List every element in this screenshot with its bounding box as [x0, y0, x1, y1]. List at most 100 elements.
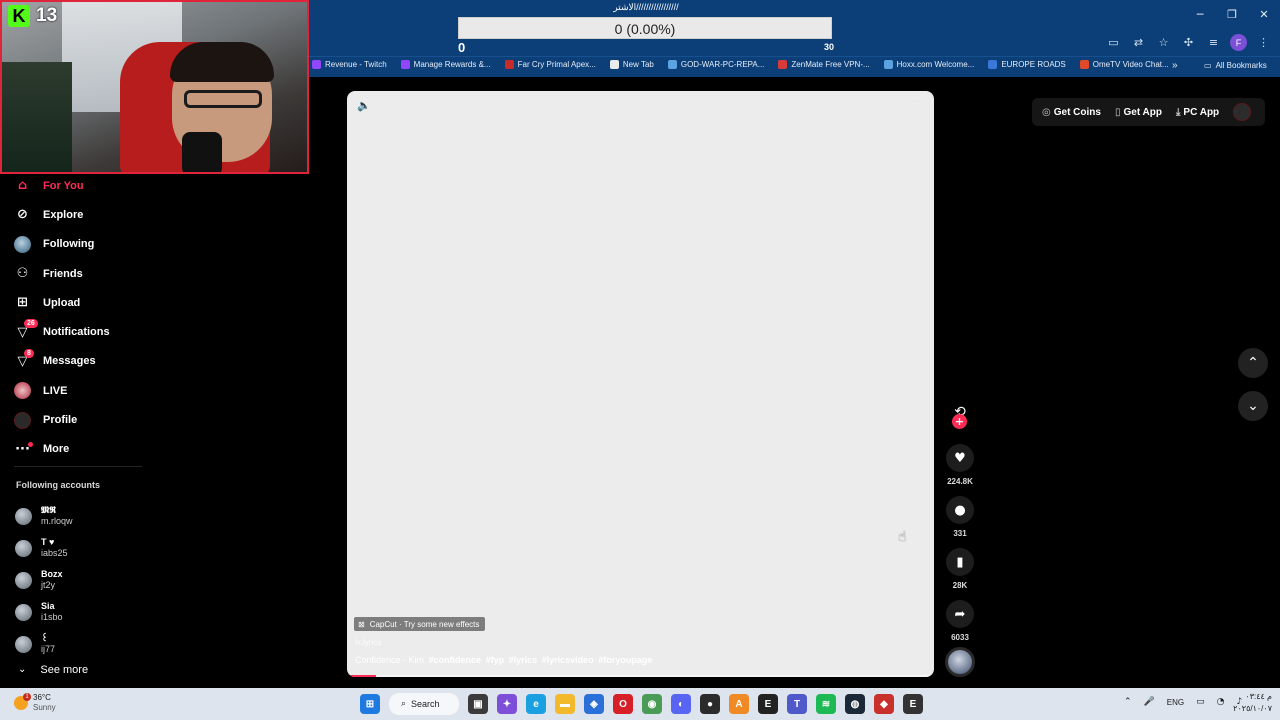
menu-icon[interactable]: ⋮ — [1255, 34, 1272, 51]
sidebar-item-following[interactable]: Following — [14, 230, 154, 259]
bookmark-item[interactable]: Hoxx.com Welcome... — [883, 60, 974, 69]
pc-app-button[interactable]: ⤓ PC App — [1176, 107, 1219, 118]
video-author[interactable]: lx.lyrics — [355, 638, 381, 647]
chrome-icon[interactable]: ◉ — [642, 694, 662, 714]
search-label: Search — [411, 699, 440, 709]
copilot-icon[interactable]: ✦ — [497, 694, 517, 714]
sidebar-item-label: Friends — [43, 267, 83, 280]
game-launcher-icon[interactable]: ◆ — [874, 694, 894, 714]
taskbar-clock[interactable]: م ٠٣:٤٤ ٢٠٢٥/١٠/٠٧ — [1232, 691, 1272, 715]
sidebar-item-profile[interactable]: Profile — [14, 405, 154, 434]
following-account[interactable]: ꒰ ij77 — [15, 628, 73, 660]
hashtag-link[interactable]: #confidence — [429, 655, 482, 665]
next-video-button[interactable]: ⌄ — [1238, 391, 1268, 421]
spotify-icon[interactable]: ≋ — [816, 694, 836, 714]
like-action[interactable]: ♥ 224.8K — [944, 444, 976, 486]
share-icon[interactable]: ➦ — [946, 600, 974, 628]
start-icon[interactable]: ⊞ — [360, 694, 380, 714]
more-options-icon[interactable]: ··· — [913, 95, 924, 107]
follow-plus-button[interactable]: + — [952, 414, 967, 429]
volume-icon[interactable]: 🔈 — [357, 99, 371, 112]
get-app-button[interactable]: ▯ Get App — [1115, 107, 1162, 118]
goal-progress-text: 0 (0.00%) — [614, 21, 676, 37]
reading-list-icon[interactable]: ≡ — [1205, 34, 1222, 51]
sidebar-item-notifications[interactable]: ▽ 26 Notifications — [14, 317, 154, 346]
share-action[interactable]: ➦ 6033 — [944, 600, 976, 642]
epic-games-icon[interactable]: E — [758, 694, 778, 714]
hashtag-link[interactable]: #lyricsvideo — [542, 655, 594, 665]
task-view-icon[interactable]: ▣ — [468, 694, 488, 714]
extensions-icon[interactable]: ✣ — [1180, 34, 1197, 51]
minimize-icon[interactable]: ─ — [1184, 0, 1216, 28]
get-coins-button[interactable]: ◎ Get Coins — [1042, 107, 1101, 118]
following-account[interactable]: Bozx jt2y — [15, 564, 73, 596]
account-avatar — [15, 603, 32, 621]
close-icon[interactable]: ✕ — [1248, 0, 1280, 28]
sidebar-nav: ⌂ For You ⊘ Explore Following ⚇ Friends ⊞ Upload… — [14, 171, 154, 464]
account-name: ꒰ — [41, 633, 49, 643]
sidebar-item-upload[interactable]: ⊞ Upload — [14, 288, 154, 317]
bookmark-item[interactable]: Far Cry Primal Apex... — [504, 60, 596, 69]
see-more-label: See more — [40, 664, 89, 676]
display-icon[interactable]: ▭ — [1196, 697, 1205, 707]
cast-icon[interactable]: ▭ — [1105, 34, 1122, 51]
bookmark-icon[interactable]: ▮ — [946, 548, 974, 576]
weather-widget[interactable]: 1 36°C Sunny — [14, 693, 56, 713]
hashtag-link[interactable]: #lyrics — [509, 655, 538, 665]
chevron-up-icon[interactable]: ⌃ — [1124, 697, 1132, 707]
epic-launcher-icon[interactable]: E — [903, 694, 923, 714]
language-indicator[interactable]: ENG — [1167, 698, 1184, 707]
microphone-icon[interactable]: 🎤 — [1144, 697, 1155, 707]
bookmark-item[interactable]: Manage Rewards &... — [400, 60, 491, 69]
bookmark-item[interactable]: ZenMate Free VPN-... — [778, 60, 870, 69]
app-icon[interactable]: ● — [700, 694, 720, 714]
sidebar-item-friends[interactable]: ⚇ Friends — [14, 259, 154, 288]
store-icon[interactable]: ◈ — [584, 694, 604, 714]
comment-icon[interactable]: ● — [946, 496, 974, 524]
sidebar-item-for-you[interactable]: ⌂ For You — [14, 171, 154, 200]
all-bookmarks-button[interactable]: ▭ All Bookmarks — [1204, 61, 1267, 70]
account-handle: jt2y — [41, 580, 56, 590]
account-avatar — [15, 507, 32, 525]
translate-icon[interactable]: ⇄ — [1130, 34, 1147, 51]
edge-icon[interactable]: e — [526, 694, 546, 714]
bookmark-item[interactable]: EUROPE ROADS — [988, 60, 1066, 69]
hashtag-link[interactable]: #foryoupage — [598, 655, 652, 665]
star-icon[interactable]: ☆ — [1155, 34, 1172, 51]
discord-icon[interactable]: ◐ — [671, 694, 691, 714]
bookmark-item[interactable]: Revenue - Twitch — [312, 60, 387, 69]
network-icon[interactable]: ◔ — [1217, 697, 1225, 707]
sidebar-item-more[interactable]: ··· More — [14, 435, 154, 464]
teams-icon[interactable]: T — [787, 694, 807, 714]
see-more-button[interactable]: ⌄ See more — [18, 664, 88, 676]
bookmark-item[interactable]: New Tab — [609, 60, 654, 69]
bookmark-item[interactable]: GOD-WAR-PC-REPA... — [667, 60, 764, 69]
sidebar-item-messages[interactable]: ▽ 8 Messages — [14, 347, 154, 376]
following-account[interactable]: Sia i1sbo — [15, 596, 73, 628]
restore-icon[interactable]: ❐ — [1216, 0, 1248, 28]
video-progress-track[interactable] — [347, 675, 934, 677]
following-account[interactable]: T ♥ iabs25 — [15, 532, 73, 564]
capcut-effect-tag[interactable]: ⊠ CapCut · Try some new effects — [354, 617, 486, 631]
sidebar-item-live[interactable]: LIVE — [14, 376, 154, 405]
bookmark-favicon-icon — [778, 60, 788, 69]
user-avatar[interactable] — [1233, 103, 1252, 121]
music-disc-avatar[interactable] — [945, 647, 975, 677]
account-name: Sia — [41, 601, 55, 611]
hashtag-link[interactable]: #fyp — [486, 655, 505, 665]
bookmark-item[interactable]: OmeTV Video Chat... — [1079, 60, 1169, 69]
profile-avatar[interactable]: F — [1230, 34, 1247, 51]
adobe-icon[interactable]: A — [729, 694, 749, 714]
video-player[interactable]: 🔈 ··· ⊠ CapCut · Try some new effects lx… — [347, 91, 934, 677]
save-action[interactable]: ▮ 28K — [944, 548, 976, 590]
chevron-right-icon[interactable]: » — [1172, 60, 1178, 71]
steam-icon[interactable]: ◍ — [845, 694, 865, 714]
sidebar-item-explore[interactable]: ⊘ Explore — [14, 200, 154, 229]
previous-video-button[interactable]: ⌃ — [1238, 348, 1268, 378]
opera-icon[interactable]: O — [613, 694, 633, 714]
comment-action[interactable]: ● 331 — [944, 496, 976, 538]
taskbar-search[interactable]: ⌕ Search — [389, 693, 459, 715]
heart-icon[interactable]: ♥ — [946, 444, 974, 472]
following-account[interactable]: 𝕸𝕽 m.rloqw — [15, 500, 73, 532]
file-explorer-icon[interactable]: ▬ — [555, 694, 575, 714]
